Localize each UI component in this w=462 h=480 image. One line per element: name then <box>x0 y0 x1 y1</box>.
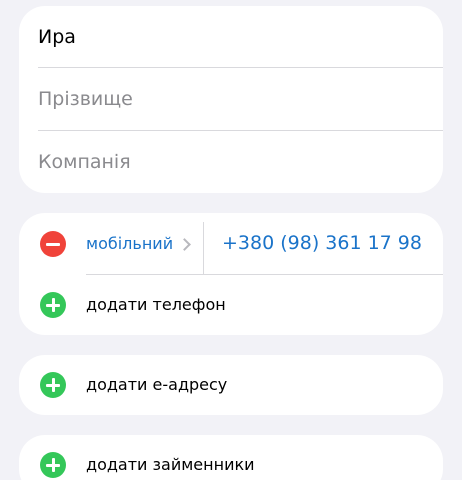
divider <box>86 274 443 275</box>
chevron-right-icon <box>178 238 191 251</box>
last-name-field[interactable]: Прізвище <box>38 68 443 130</box>
remove-phone-button[interactable] <box>40 231 66 257</box>
phone-card: мобільний +380 (98) 361 17 98 додати тел… <box>19 213 443 335</box>
company-field[interactable]: Компанія <box>38 131 443 193</box>
email-card: додати е-адресу <box>19 355 443 415</box>
phone-number-field[interactable]: +380 (98) 361 17 98 <box>222 232 422 254</box>
add-phone-icon-button[interactable] <box>40 292 66 318</box>
company-placeholder: Компанія <box>38 151 131 173</box>
minus-icon <box>46 242 60 246</box>
vertical-divider <box>203 222 204 274</box>
name-card: Ира Прізвище Компанія <box>19 6 443 193</box>
pronouns-card: додати займенники <box>19 435 443 480</box>
add-pronouns-button[interactable]: додати займенники <box>86 455 255 474</box>
add-email-button[interactable]: додати е-адресу <box>86 375 227 394</box>
add-phone-button[interactable]: додати телефон <box>86 295 226 314</box>
add-email-icon-button[interactable] <box>40 372 66 398</box>
first-name-field[interactable]: Ира <box>38 6 443 68</box>
edit-contact-screen: Ира Прізвище Компанія мобільний +380 (98… <box>0 0 462 480</box>
first-name-value: Ира <box>38 26 76 48</box>
last-name-placeholder: Прізвище <box>38 88 133 110</box>
phone-label-button[interactable]: мобільний <box>86 234 173 253</box>
add-pronouns-icon-button[interactable] <box>40 452 66 478</box>
